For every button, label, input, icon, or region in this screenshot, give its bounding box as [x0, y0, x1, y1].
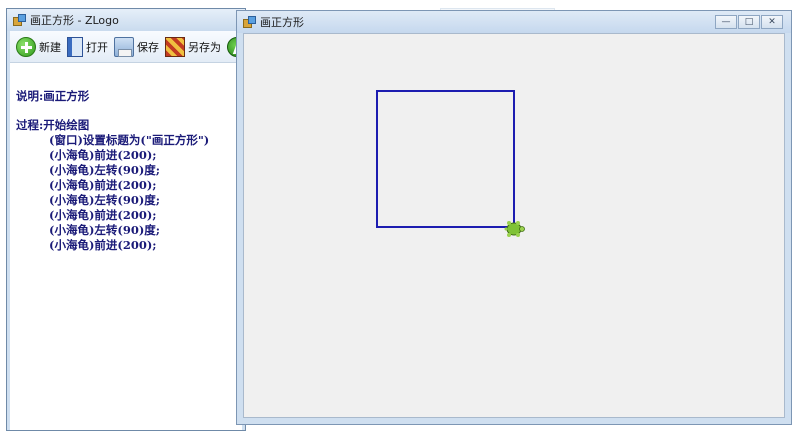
open-label: 打开 [86, 40, 108, 54]
code-line: (小海龟)左转(90)度; [49, 223, 161, 237]
canvas-titlebar[interactable]: 画正方形 — □ ✕ [237, 11, 791, 33]
save-label: 保存 [137, 40, 159, 54]
code-line: (小海龟)左转(90)度; [49, 163, 161, 177]
new-icon [16, 36, 36, 57]
drawing-canvas[interactable] [243, 33, 785, 418]
editor-window: 画正方形 - ZLogo 新建 打开 保存 另存为 说明:画正方形 过程:开始绘… [6, 8, 246, 431]
maximize-icon[interactable]: □ [738, 15, 760, 29]
editor-title: 画正方形 - ZLogo [30, 14, 119, 27]
code-line-desc: 说明:画正方形 [16, 89, 90, 103]
canvas-title: 画正方形 [260, 16, 304, 29]
saveas-button[interactable]: 另存为 [165, 36, 221, 57]
toolbar: 新建 打开 保存 另存为 [10, 31, 242, 63]
editor-titlebar[interactable]: 画正方形 - ZLogo [7, 9, 245, 31]
code-line: (窗口)设置标题为("画正方形") [49, 133, 210, 147]
code-editor[interactable]: 说明:画正方形 过程:开始绘图 (窗口)设置标题为("画正方形") (小海龟)前… [16, 89, 240, 253]
app-icon [243, 16, 256, 28]
code-line: (小海龟)前进(200); [49, 178, 157, 192]
code-line: (小海龟)左转(90)度; [49, 193, 161, 207]
saveas-icon [165, 36, 185, 57]
code-line: (小海龟)前进(200); [49, 238, 157, 252]
app-icon [13, 14, 26, 26]
turtle-icon [504, 221, 525, 237]
save-button[interactable]: 保存 [114, 36, 159, 57]
minimize-icon[interactable]: — [715, 15, 737, 29]
canvas-window: 画正方形 — □ ✕ [236, 10, 792, 425]
code-line: (小海龟)前进(200); [49, 208, 157, 222]
open-icon [67, 36, 83, 57]
new-button[interactable]: 新建 [16, 36, 61, 57]
editor-client: 新建 打开 保存 另存为 说明:画正方形 过程:开始绘图 (窗口)设置标题为("… [10, 31, 242, 430]
window-controls: — □ ✕ [714, 15, 783, 29]
code-line: (小海龟)前进(200); [49, 148, 157, 162]
open-button[interactable]: 打开 [67, 36, 108, 57]
close-icon[interactable]: ✕ [761, 15, 783, 29]
save-icon [114, 36, 134, 57]
saveas-label: 另存为 [188, 40, 221, 54]
code-line-proc: 过程:开始绘图 [16, 118, 90, 132]
drawn-square [376, 90, 515, 228]
new-label: 新建 [39, 40, 61, 54]
